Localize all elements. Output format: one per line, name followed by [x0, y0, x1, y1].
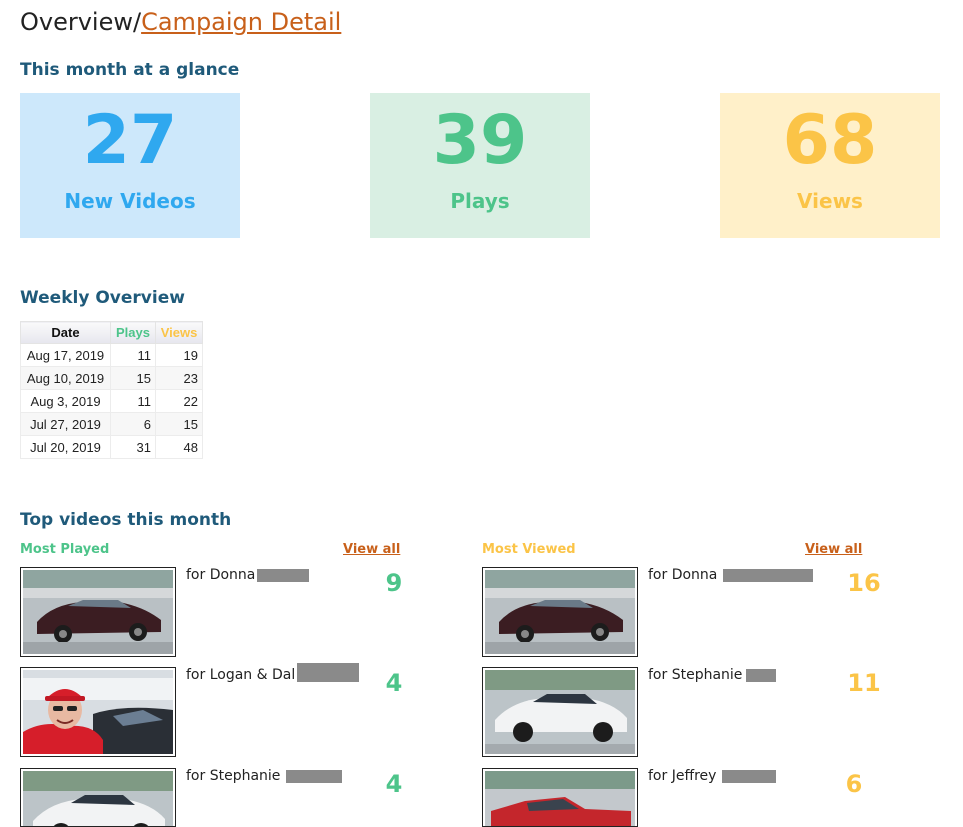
person-red-cap-thumbnail	[23, 670, 173, 754]
col-header-date[interactable]: Date	[20, 321, 111, 344]
views-label: Views	[797, 189, 863, 213]
breadcrumb-current-link[interactable]: Campaign Detail	[141, 8, 341, 36]
most-played-view-all-link[interactable]: View all	[343, 542, 400, 557]
row-date: Aug 17, 2019	[20, 343, 111, 367]
col-header-views[interactable]: Views	[155, 321, 203, 344]
most-played-item[interactable]: for Donna 9	[20, 567, 460, 657]
col-header-plays[interactable]: Plays	[110, 321, 156, 344]
most-played-item[interactable]: for Logan & Dal 4	[20, 662, 460, 757]
row-views: 15	[155, 412, 203, 436]
redacted-surname	[723, 568, 814, 582]
redacted-surname	[297, 662, 360, 682]
white-suv-thumbnail	[485, 670, 635, 754]
row-views: 22	[155, 389, 203, 413]
table-row: Aug 3, 2019 11 22	[20, 389, 203, 413]
redacted-surname	[257, 568, 310, 582]
row-views: 19	[155, 343, 203, 367]
video-recipient: for Logan & Dal	[186, 662, 360, 683]
table-row: Aug 10, 2019 15 23	[20, 366, 203, 390]
most-viewed-item[interactable]: for Stephanie 11	[482, 667, 922, 757]
redacted-surname	[746, 668, 777, 682]
views-stat: 68 Views	[720, 93, 940, 238]
video-recipient: for Stephanie	[186, 768, 343, 784]
most-played-heading: Most Played	[20, 542, 110, 557]
new-videos-stat: 27 New Videos	[20, 93, 240, 238]
red-pickup-thumbnail	[485, 771, 635, 826]
redacted-surname	[722, 769, 777, 783]
white-suv-thumbnail	[23, 771, 173, 826]
video-thumbnail[interactable]	[20, 667, 176, 757]
video-recipient: for Donna	[186, 567, 310, 583]
video-name: for Jeffrey	[648, 768, 717, 784]
plays-label: Plays	[450, 189, 510, 213]
video-thumbnail[interactable]	[20, 567, 176, 657]
breadcrumb-root[interactable]: Overview	[20, 8, 133, 36]
video-thumbnail[interactable]	[482, 667, 638, 757]
views-count: 68	[782, 101, 878, 180]
most-viewed-item[interactable]: for Jeffrey 6	[482, 768, 922, 827]
row-plays: 31	[110, 435, 156, 459]
view-count: 11	[847, 669, 881, 697]
row-date: Jul 27, 2019	[20, 412, 111, 436]
most-viewed-view-all-link[interactable]: View all	[805, 542, 862, 557]
maroon-sedan-thumbnail	[23, 570, 173, 654]
video-recipient: for Jeffrey	[648, 768, 777, 784]
top-videos-title: Top videos this month	[20, 510, 232, 530]
video-thumbnail[interactable]	[20, 768, 176, 827]
most-viewed-item[interactable]: for Donna 16	[482, 567, 922, 657]
row-date: Aug 10, 2019	[20, 366, 111, 390]
row-date: Jul 20, 2019	[20, 435, 111, 459]
play-count: 9	[385, 569, 403, 597]
breadcrumb: Overview/Campaign Detail	[20, 8, 341, 36]
plays-stat: 39 Plays	[370, 93, 590, 238]
most-played-item[interactable]: for Stephanie 4	[20, 768, 460, 827]
video-recipient: for Stephanie	[648, 667, 777, 683]
video-thumbnail[interactable]	[482, 567, 638, 657]
table-row: Aug 17, 2019 11 19	[20, 343, 203, 367]
video-thumbnail[interactable]	[482, 768, 638, 827]
row-plays: 11	[110, 389, 156, 413]
plays-count: 39	[432, 101, 528, 180]
weekly-table: Date Plays Views Aug 17, 2019 11 19 Aug …	[20, 321, 203, 459]
row-plays: 11	[110, 343, 156, 367]
video-recipient: for Donna	[648, 567, 814, 583]
row-views: 23	[155, 366, 203, 390]
most-viewed-heading: Most Viewed	[482, 542, 576, 557]
video-name: for Logan & Dal	[186, 667, 296, 683]
redacted-surname	[286, 769, 343, 783]
new-videos-count: 27	[82, 101, 178, 180]
video-name: for Donna	[186, 567, 256, 583]
row-plays: 15	[110, 366, 156, 390]
row-views: 48	[155, 435, 203, 459]
video-name: for Stephanie	[648, 667, 743, 683]
weekly-title: Weekly Overview	[20, 288, 185, 308]
table-row: Jul 27, 2019 6 15	[20, 412, 203, 436]
breadcrumb-separator: /	[133, 8, 142, 36]
video-name: for Donna	[648, 567, 718, 583]
view-count: 6	[845, 770, 863, 798]
row-date: Aug 3, 2019	[20, 389, 111, 413]
new-videos-label: New Videos	[64, 189, 196, 213]
maroon-sedan-thumbnail	[485, 570, 635, 654]
play-count: 4	[385, 669, 403, 697]
play-count: 4	[385, 770, 403, 798]
table-row: Jul 20, 2019 31 48	[20, 435, 203, 459]
video-name: for Stephanie	[186, 768, 281, 784]
glance-title: This month at a glance	[20, 60, 240, 80]
view-count: 16	[847, 569, 881, 597]
row-plays: 6	[110, 412, 156, 436]
